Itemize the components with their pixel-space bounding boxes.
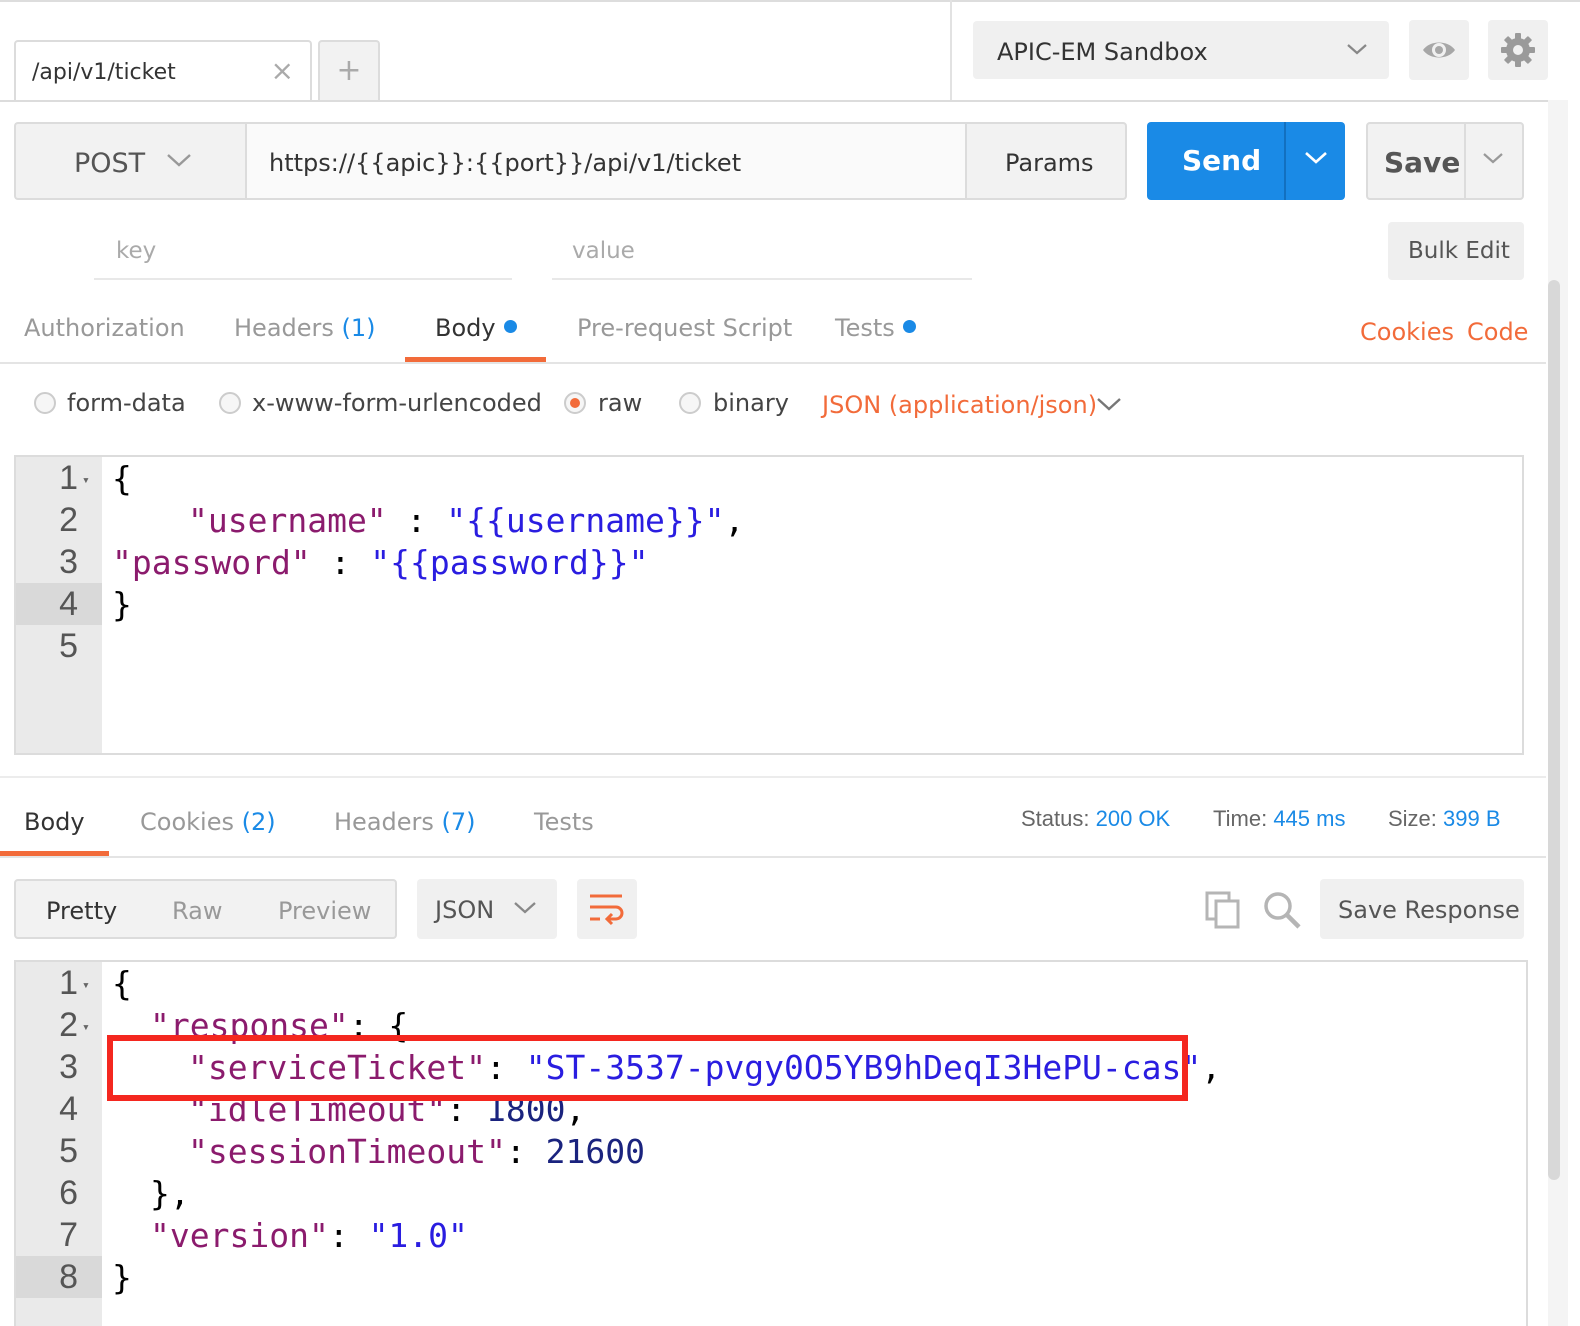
view-pretty[interactable]: Pretty [46,897,117,925]
chevron-down-icon [167,154,191,167]
radio-form-data[interactable] [34,392,56,414]
response-body-viewer[interactable]: 1 ▾ { 2 ▾ "response": { 3 "serviceTicket… [14,960,1528,1326]
response-status: Status: 200 OK [1021,806,1171,831]
tab-pre-request-script[interactable]: Pre-request Script [577,314,792,342]
url-input[interactable]: https://{{apic}}:{{port}}/api/v1/ticket [245,122,967,200]
save-button[interactable]: Save [1366,122,1524,200]
save-response-button[interactable]: Save Response [1320,879,1524,939]
radio-label-raw: raw [598,389,643,417]
bulk-edit-button[interactable]: Bulk Edit [1388,222,1524,280]
save-split-divider [1464,124,1466,198]
chevron-down-icon [514,902,536,914]
time-value: 445 ms [1273,806,1346,831]
environment-quick-look-button[interactable] [1409,20,1469,80]
param-value-input[interactable]: value [552,230,972,280]
url-value: https://{{apic}}:{{port}}/api/v1/ticket [269,149,742,177]
params-button[interactable]: Params [965,122,1127,200]
response-divider [0,776,1546,778]
send-split-divider [1284,122,1286,200]
cookies-link[interactable]: Cookies [1360,318,1454,346]
code-line-active: 8 } [16,1256,1526,1298]
request-tab[interactable]: /api/v1/ticket × [14,40,312,101]
save-label: Save [1384,146,1461,179]
tabs-divider [0,100,1550,102]
chevron-down-icon[interactable] [1482,151,1504,167]
code-line: 2 "username" : "{{username}}", [59,501,745,540]
response-tab-body[interactable]: Body [24,808,85,836]
cookies-count: (2) [241,808,276,836]
view-raw[interactable]: Raw [172,897,222,925]
method-label: POST [74,148,146,179]
code-line: 6 }, [59,1174,190,1213]
fold-arrow-icon[interactable]: ▾ [82,473,90,488]
search-icon[interactable] [1262,890,1302,930]
send-label: Send [1182,144,1262,177]
request-tabs-divider [0,362,1546,364]
response-headers-count: (7) [441,808,476,836]
environment-settings-button[interactable] [1488,20,1548,80]
radio-label-urlencoded: x-www-form-urlencoded [252,389,542,417]
code-line: 3 "password" : "{{password}}" [59,543,649,582]
status-value: 200 OK [1095,806,1171,831]
radio-urlencoded[interactable] [219,392,241,414]
tab-headers[interactable]: Headers (1) [234,314,376,342]
size-value: 399 B [1443,806,1501,831]
code-line: 1 ▾ { [59,964,132,1003]
headers-count: (1) [341,314,376,342]
tab-tests[interactable]: Tests [835,314,916,342]
request-tab-title: /api/v1/ticket [32,60,176,85]
tests-modified-dot [902,320,916,333]
response-format-select[interactable]: JSON [417,879,557,939]
code-line: 7 "version": "1.0" [59,1216,468,1255]
send-button[interactable]: Send [1147,122,1345,200]
radio-binary[interactable] [679,392,701,414]
bulk-edit-label: Bulk Edit [1408,238,1510,264]
chevron-down-icon[interactable] [1304,150,1328,168]
save-response-label: Save Response [1338,896,1520,924]
environment-label: APIC-EM Sandbox [997,38,1208,66]
copy-icon[interactable] [1204,890,1242,930]
response-time: Time: 445 ms [1213,806,1346,831]
chevron-down-icon[interactable] [1096,396,1122,414]
request-body-editor[interactable]: 1 ▾ { 2 "username" : "{{username}}", 3 "… [14,455,1524,755]
body-modified-dot [503,320,517,333]
response-tab-cookies[interactable]: Cookies (2) [140,808,276,836]
response-tab-tests[interactable]: Tests [534,808,594,836]
tab-body[interactable]: Body [435,314,517,342]
code-line: 5 [59,627,78,665]
gear-icon [1501,33,1535,67]
wrap-lines-icon [590,894,624,926]
method-select[interactable]: POST [14,122,246,200]
eye-icon [1423,42,1455,58]
value-placeholder: value [572,238,635,264]
service-ticket-highlight [107,1035,1188,1101]
chevron-down-icon [1347,44,1367,55]
params-label: Params [1005,149,1094,177]
scrollbar-thumb[interactable] [1548,280,1560,1180]
response-size: Size: 399 B [1388,806,1501,831]
fold-arrow-icon[interactable]: ▾ [82,978,90,993]
content-type-select[interactable]: JSON (application/json) [822,391,1097,419]
code-line-active: 4 } [16,583,1522,625]
code-link[interactable]: Code [1467,318,1528,346]
view-mode-switcher: Pretty Raw Preview [14,879,397,939]
radio-label-binary: binary [713,389,789,417]
param-key-input[interactable]: key [94,230,512,280]
code-line: 1 ▾ { [59,459,132,498]
environment-select[interactable]: APIC-EM Sandbox [973,21,1389,79]
response-tabs-divider [0,856,1546,858]
wrap-lines-button[interactable] [577,879,637,939]
close-tab-icon[interactable]: × [271,54,294,87]
fold-arrow-icon[interactable]: ▾ [82,1020,90,1035]
code-line: 5 "sessionTimeout": 21600 [59,1132,645,1171]
radio-label-form-data: form-data [67,389,186,417]
header-divider [950,0,952,100]
format-label: JSON [435,896,495,924]
new-tab-button[interactable]: + [318,40,380,101]
key-placeholder: key [116,238,157,264]
view-preview[interactable]: Preview [278,897,371,925]
response-tab-headers[interactable]: Headers (7) [334,808,476,836]
tab-authorization[interactable]: Authorization [24,314,185,342]
radio-raw[interactable] [564,392,586,414]
